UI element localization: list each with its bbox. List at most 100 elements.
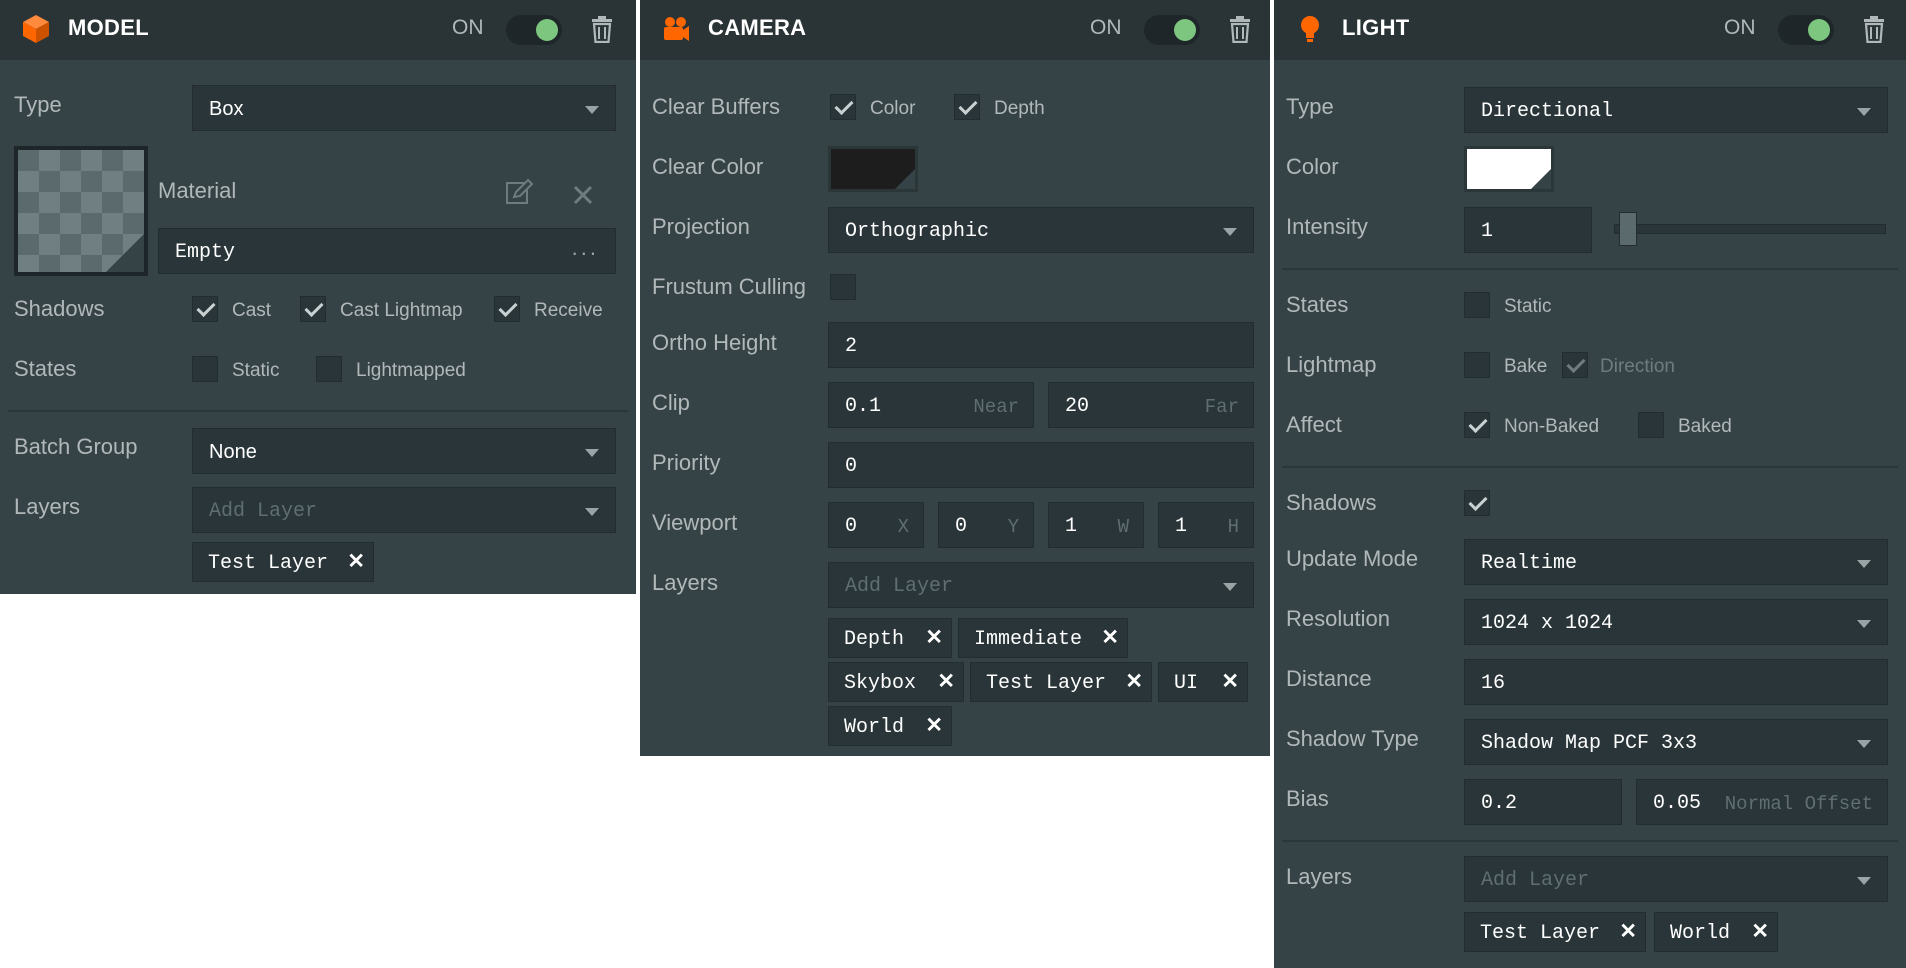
toggle-knob <box>1174 19 1196 41</box>
clear-color-swatch[interactable] <box>828 146 918 192</box>
direction-checkbox[interactable] <box>1562 352 1588 378</box>
ortho-height-field[interactable]: 2 <box>828 322 1254 368</box>
light-bulb-icon <box>1301 16 1319 42</box>
viewport-x-value: 0 <box>845 515 858 538</box>
distance-value: 16 <box>1481 672 1506 695</box>
frustum-culling-checkbox[interactable] <box>830 274 856 300</box>
material-thumbnail[interactable] <box>14 146 148 276</box>
viewport-x-field[interactable]: 0 X <box>828 502 924 548</box>
batch-group-select[interactable]: None <box>192 428 616 474</box>
shadow-type-select[interactable]: Shadow Map PCF 3x3 <box>1464 719 1888 765</box>
projection-select[interactable]: Orthographic <box>828 207 1254 253</box>
enabled-toggle[interactable] <box>1144 15 1200 45</box>
layer-tag-label: World <box>1670 922 1731 945</box>
distance-field[interactable]: 16 <box>1464 659 1888 705</box>
layer-tag-label: Depth <box>844 628 905 651</box>
chevron-down-icon <box>585 449 599 457</box>
close-icon[interactable] <box>568 180 598 210</box>
remove-tag-icon[interactable]: ✕ <box>1101 625 1119 650</box>
update-mode-value: Realtime <box>1481 552 1578 575</box>
viewport-w-field[interactable]: 1 W <box>1048 502 1144 548</box>
viewport-h-field[interactable]: 1 H <box>1158 502 1254 548</box>
layer-tag: UI ✕ <box>1158 662 1248 702</box>
panel-title: MODEL <box>68 15 149 40</box>
on-label: ON <box>1090 16 1122 39</box>
intensity-slider-handle[interactable] <box>1618 212 1637 246</box>
static-checkbox[interactable] <box>192 356 218 382</box>
clip-label: Clip <box>652 390 690 415</box>
remove-tag-icon[interactable]: ✕ <box>1751 919 1769 944</box>
intensity-slider[interactable] <box>1614 224 1886 234</box>
chevron-down-icon <box>1223 228 1237 236</box>
priority-field[interactable]: 0 <box>828 442 1254 488</box>
viewport-y-hint: Y <box>1007 516 1019 538</box>
remove-tag-icon[interactable]: ✕ <box>1619 919 1637 944</box>
shadows-checkbox[interactable] <box>1464 490 1490 516</box>
remove-tag-icon[interactable]: ✕ <box>937 669 955 694</box>
layer-tag: World ✕ <box>828 706 952 746</box>
batch-group-label: Batch Group <box>14 434 138 459</box>
cast-checkbox[interactable] <box>192 296 218 322</box>
remove-tag-icon[interactable]: ✕ <box>925 713 943 738</box>
clear-color-checkbox[interactable] <box>830 94 856 120</box>
resolution-select[interactable]: 1024 x 1024 <box>1464 599 1888 645</box>
receive-checkbox[interactable] <box>494 296 520 322</box>
chevron-down-icon <box>1857 620 1871 628</box>
add-layer-select[interactable]: Add Layer <box>1464 856 1888 902</box>
add-layer-select[interactable]: Add Layer <box>828 562 1254 608</box>
layer-tag-label: UI <box>1174 672 1199 695</box>
update-mode-select[interactable]: Realtime <box>1464 539 1888 585</box>
cast-lightmap-checkbox[interactable] <box>300 296 326 322</box>
viewport-x-hint: X <box>897 516 909 538</box>
enabled-toggle[interactable] <box>1778 15 1834 45</box>
camera-header: CAMERA ON <box>640 0 1270 60</box>
trash-icon[interactable] <box>1862 15 1886 43</box>
non-baked-checkbox[interactable] <box>1464 412 1490 438</box>
bias-field[interactable]: 0.2 <box>1464 779 1622 825</box>
clip-near-field[interactable]: 0.1 Near <box>828 382 1034 428</box>
layer-tag: Immediate ✕ <box>958 618 1128 658</box>
model-header: MODEL ON <box>0 0 636 60</box>
affect-label: Affect <box>1286 412 1342 437</box>
more-icon[interactable]: ... <box>572 235 599 261</box>
type-select[interactable]: Box <box>192 85 616 131</box>
lightmapped-label: Lightmapped <box>356 360 466 381</box>
remove-tag-icon[interactable]: ✕ <box>1221 669 1239 694</box>
layers-label: Layers <box>14 494 81 519</box>
enabled-toggle[interactable] <box>506 15 562 45</box>
cast-label: Cast <box>232 300 272 321</box>
projection-value: Orthographic <box>845 220 990 243</box>
distance-label: Distance <box>1286 666 1372 691</box>
intensity-field[interactable]: 1 <box>1464 207 1592 253</box>
remove-tag-icon[interactable]: ✕ <box>1125 669 1143 694</box>
lightmapped-checkbox[interactable] <box>316 356 342 382</box>
material-value: Empty <box>175 241 236 264</box>
trash-icon[interactable] <box>590 15 614 43</box>
light-header: LIGHT ON <box>1274 0 1906 60</box>
layer-tag-label: Skybox <box>844 672 917 695</box>
states-label: States <box>1286 292 1349 317</box>
bake-checkbox[interactable] <box>1464 352 1490 378</box>
viewport-y-field[interactable]: 0 Y <box>938 502 1034 548</box>
layer-tag: Skybox ✕ <box>828 662 964 702</box>
add-layer-select[interactable]: Add Layer <box>192 487 616 533</box>
resolution-value: 1024 x 1024 <box>1481 612 1614 635</box>
light-color-swatch[interactable] <box>1464 146 1554 192</box>
intensity-label: Intensity <box>1286 214 1368 239</box>
remove-tag-icon[interactable]: ✕ <box>925 625 943 650</box>
clear-depth-checkbox[interactable] <box>954 94 980 120</box>
cast-lightmap-label: Cast Lightmap <box>340 300 463 321</box>
non-baked-label: Non-Baked <box>1504 416 1600 437</box>
trash-icon[interactable] <box>1228 15 1252 43</box>
normal-offset-field[interactable]: 0.05 Normal Offset <box>1636 779 1888 825</box>
clip-far-field[interactable]: 20 Far <box>1048 382 1254 428</box>
type-value: Directional <box>1481 100 1614 123</box>
material-field[interactable]: Empty ... <box>158 228 616 274</box>
baked-checkbox[interactable] <box>1638 412 1664 438</box>
edit-icon[interactable] <box>504 178 534 208</box>
batch-group-value: None <box>209 441 257 463</box>
type-select[interactable]: Directional <box>1464 87 1888 133</box>
normal-offset-hint: Normal Offset <box>1724 793 1873 815</box>
remove-tag-icon[interactable]: ✕ <box>347 549 365 574</box>
static-checkbox[interactable] <box>1464 292 1490 318</box>
